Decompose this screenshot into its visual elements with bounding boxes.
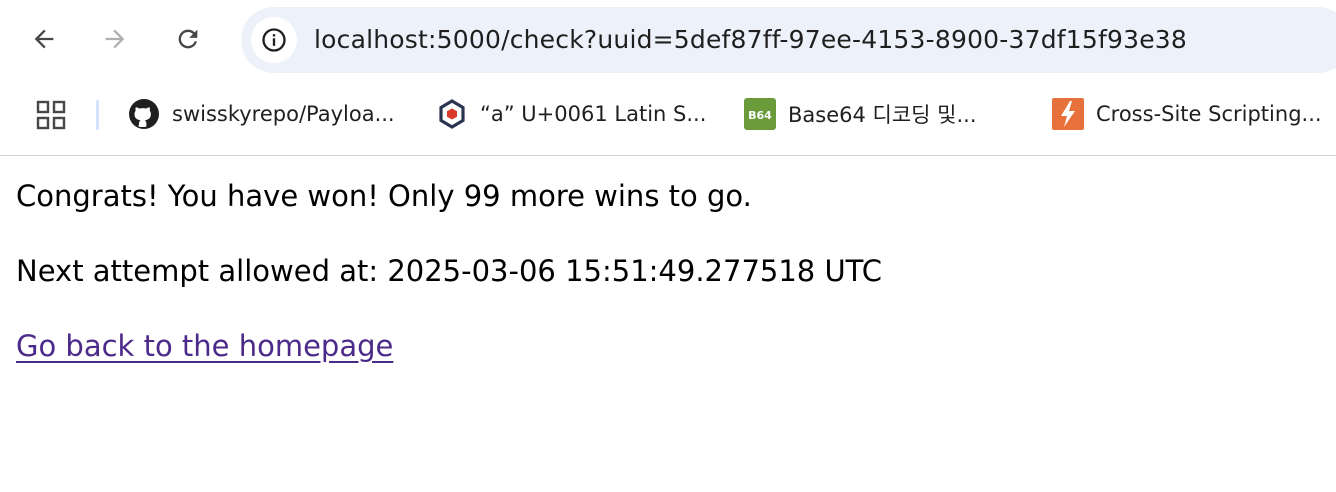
browser-toolbar: localhost:5000/check?uuid=5def87ff-97ee-… (0, 0, 1336, 80)
github-icon (128, 98, 160, 130)
site-info-button[interactable] (251, 17, 297, 63)
svg-text:B64: B64 (748, 109, 772, 122)
reload-button[interactable] (168, 19, 208, 59)
homepage-link[interactable]: Go back to the homepage (16, 326, 393, 366)
bookmark-label: Base64 디코딩 및... (788, 103, 977, 127)
arrow-left-icon (34, 29, 54, 49)
address-bar[interactable]: localhost:5000/check?uuid=5def87ff-97ee-… (241, 7, 1336, 73)
bookmark-label: “a” U+0061 Latin S... (480, 102, 707, 126)
info-icon (262, 28, 286, 52)
back-button[interactable] (24, 19, 64, 59)
forward-button[interactable] (95, 19, 135, 59)
apps-button[interactable] (33, 96, 73, 136)
lightning-icon (1052, 98, 1084, 130)
bookmark-latin-small-a[interactable]: “a” U+0061 Latin S... (436, 94, 706, 134)
reload-icon (178, 29, 198, 49)
next-attempt-text: Next attempt allowed at: 2025-03-06 15:5… (16, 254, 882, 288)
hexagon-icon (436, 98, 468, 130)
bookmark-label: swisskyrepo/Payloa... (172, 102, 395, 126)
bookmark-xss[interactable]: Cross-Site Scripting... (1052, 94, 1322, 134)
bookmark-base64[interactable]: B64 Base64 디코딩 및... (744, 94, 977, 134)
base64-icon: B64 (744, 98, 776, 130)
bookmarks-separator (96, 100, 99, 130)
win-message: Congrats! You have won! Only 99 more win… (16, 179, 752, 213)
bookmark-swisskyrepo[interactable]: swisskyrepo/Payloa... (128, 94, 395, 134)
url-text[interactable]: localhost:5000/check?uuid=5def87ff-97ee-… (314, 23, 1187, 57)
bookmark-label: Cross-Site Scripting... (1096, 102, 1322, 126)
arrow-right-icon (105, 29, 125, 49)
apps-grid-icon (36, 100, 66, 130)
bookmarks-bar: swisskyrepo/Payloa... “a” U+0061 Latin S… (0, 80, 1336, 156)
